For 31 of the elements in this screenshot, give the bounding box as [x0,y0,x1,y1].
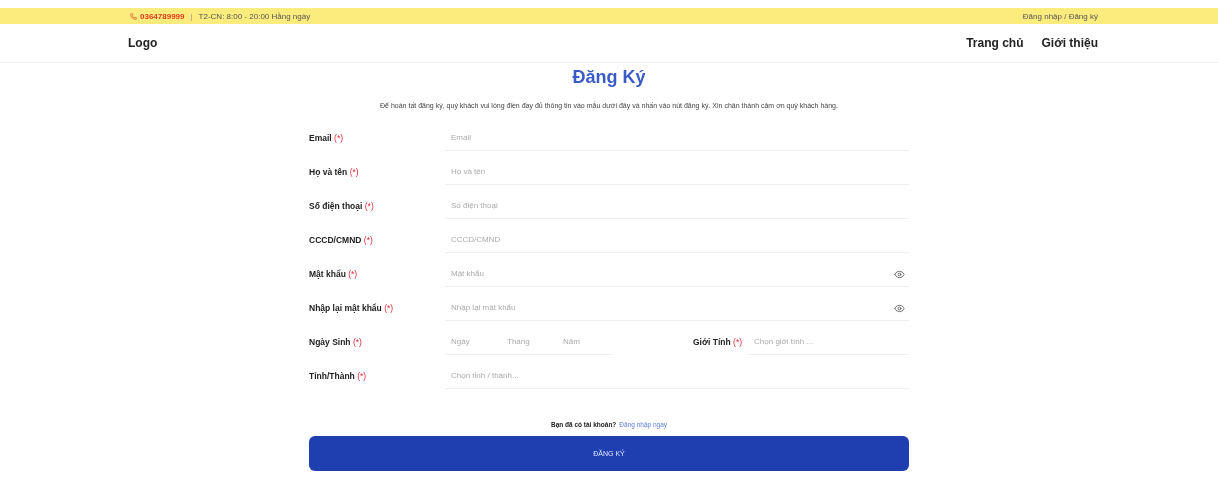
input-field[interactable]: Họ và tên [445,159,909,185]
separator: | [190,11,193,21]
select-field[interactable]: Ngày [445,329,501,355]
field-label: Họ và tên (*) [309,167,360,177]
field-label: Giới Tính (*) [693,337,743,347]
eye-icon[interactable] [894,303,905,314]
field-label: CCCD/CMND (*) [309,235,374,245]
logo[interactable]: Logo [128,36,158,50]
input-field[interactable]: Số điện thoại [445,193,909,219]
phone-number: 0364789999 [130,11,185,21]
select-field[interactable]: Tháng [501,329,557,355]
field-label: Mật khẩu (*) [309,269,359,279]
input-field[interactable]: CCCD/CMND [445,227,909,253]
eye-icon[interactable] [894,269,905,280]
select-field[interactable]: Chọn tỉnh / thành... [445,363,909,389]
phone-icon [130,12,137,20]
input-field[interactable]: Email [445,125,909,151]
select-field[interactable]: Năm [557,329,613,355]
field-label: Email (*) [309,133,345,143]
input-field[interactable]: Mật khẩu [445,261,909,287]
opening-hours: T2-CN: 8:00 - 20:00 Hằng ngày [198,11,311,21]
field-label: Tỉnh/Thành (*) [309,371,368,381]
field-label: Nhập lại mật khẩu (*) [309,303,395,313]
page-title: Đăng Ký [572,67,646,88]
select-field[interactable]: Chọn giới tính ... [748,329,909,355]
field-label: Ngày Sinh (*) [309,337,363,347]
login-register-link[interactable]: Đăng nhập / Đăng ký [1022,11,1098,21]
field-label: Số điện thoại (*) [309,201,375,211]
nav-link[interactable]: Trang chủ [966,36,1024,50]
nav-link[interactable]: Giới thiệu [1041,36,1098,50]
input-field[interactable]: Nhập lại mật khẩu [445,295,909,321]
